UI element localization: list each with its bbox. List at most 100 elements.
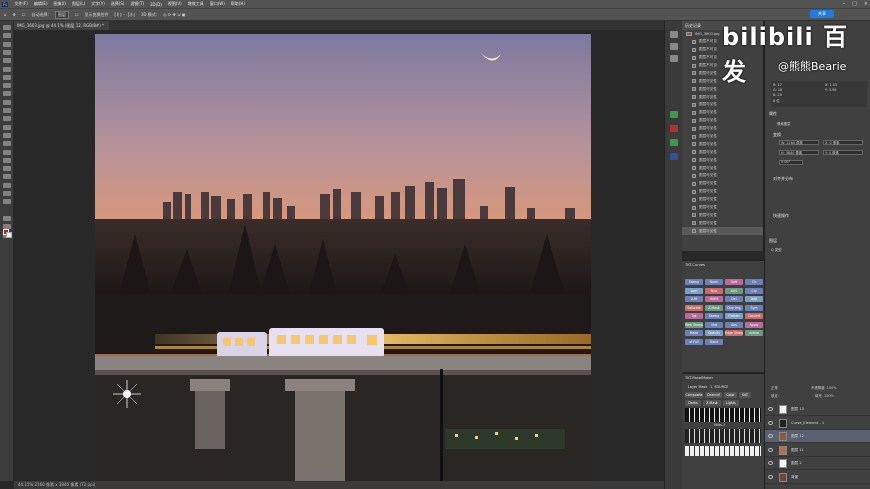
tool-icon-11[interactable] [3,116,11,122]
plugin-a-button-1[interactable]: Norm [705,279,723,285]
menu-item-3[interactable]: 图层(L) [72,1,85,7]
layer-row[interactable]: 图层 11 [765,444,870,457]
opacity-field[interactable]: 不透明度: 100% [811,385,836,390]
tool-icon-13[interactable] [3,132,11,138]
tool-icon-14[interactable] [3,141,11,147]
menu-item-6[interactable]: 滤镜(T) [130,1,144,7]
history-item[interactable]: 图层可见性 [682,164,763,172]
eye-icon[interactable] [768,434,773,438]
history-item[interactable]: 图层可见性 [682,133,763,141]
menu-item-0[interactable]: 文件(F) [14,1,27,7]
tool-icon-2[interactable] [3,41,11,47]
ps-logo-icon[interactable]: Ps [2,1,9,7]
darks-button[interactable]: Darks [685,400,701,406]
plugin-a-button-19[interactable]: Convert [745,313,763,319]
minimize-icon[interactable]: – [843,1,846,7]
history-item[interactable]: 图层可见性 [682,196,763,204]
plugin-a-button-16[interactable]: Tgt [685,313,703,319]
menu-item-11[interactable]: 帮助(H) [231,1,245,7]
plugin-a-button-15[interactable]: Sym [745,304,763,311]
darks-swatches[interactable] [685,408,761,422]
plugin-a-button-7[interactable]: Col [745,287,763,294]
plugin-a-button-20[interactable]: Web Sharpen [685,321,703,328]
plugin-a-button-5[interactable]: Blur [705,287,723,294]
history-item[interactable]: 图层可见性 [682,101,763,109]
history-item[interactable]: 图层可见性 [682,93,763,101]
plugin-a-button-10[interactable]: Del [725,296,743,302]
menu-item-7[interactable]: 3D(D) [150,2,162,7]
history-item[interactable]: 图层可见性 [682,188,763,196]
tool-icon-15[interactable] [3,149,11,155]
plugin-a-button-25[interactable]: Opacity [705,330,723,336]
layer-row[interactable]: 图层 13 [765,403,870,416]
plugin-a-button-28[interactable]: of Full [685,338,703,345]
tool-icon-5[interactable] [3,66,11,72]
tool-icon-9[interactable] [3,99,11,105]
adjust-icon[interactable] [670,55,678,62]
plugin-a-button-11[interactable]: Add [745,296,763,302]
plugin-a-button-23[interactable]: Apply [745,321,763,328]
eye-icon[interactable] [768,420,773,425]
menu-item-8[interactable]: 视图(V) [168,1,182,7]
menu-item-2[interactable]: 图像(I) [54,1,66,7]
plugin-a-button-6[interactable]: AOS [725,287,743,294]
lights-swatches[interactable] [685,446,761,456]
layer-row[interactable]: 图层 2 [765,457,870,470]
menu-item-4[interactable]: 文字(Y) [91,1,105,7]
tool-icon-20[interactable] [3,191,11,196]
layer-row[interactable]: Curve_Element - 1 [765,417,870,430]
history-item[interactable]: 图层可见性 [682,211,763,219]
tool-icon-16[interactable] [3,157,11,163]
tool-icon-17[interactable] [3,166,11,172]
properties-icon[interactable] [670,43,678,50]
layer-row[interactable]: 背景 [765,471,870,484]
history-icon[interactable] [670,31,678,38]
plugin-green2-icon[interactable] [670,139,678,146]
tool-icon-23[interactable] [3,215,11,221]
history-item[interactable]: 图层可见性 [682,156,763,164]
document-canvas-image[interactable] [95,34,591,481]
history-item[interactable]: 图层可见性 [682,219,763,227]
layer-mask-label[interactable]: Layer Mask [688,385,707,389]
layer-select-dropdown[interactable]: 图层 [54,10,69,19]
plugin-a-button-27[interactable]: Active [745,330,763,336]
tool-icon-3[interactable] [3,49,11,55]
tool-icon-8[interactable] [3,91,11,97]
blend-mode-dropdown[interactable]: 正常 [771,385,778,390]
tool-icon-12[interactable] [3,124,11,130]
plugin-a-button-4[interactable]: Lum [685,287,703,294]
tool-icon-18[interactable] [3,174,11,180]
plugin-a-button-14[interactable]: Dup Img [725,304,743,311]
tab-color[interactable]: Color [724,392,737,398]
auto-select-checkbox[interactable]: ☐ [22,12,26,17]
tool-icon-7[interactable] [3,83,11,89]
history-item[interactable]: 图层可见性 [682,117,763,125]
plugin-a-button-3[interactable]: Clr [745,279,763,285]
history-item[interactable]: 图层可见性 [682,125,763,133]
plugin-a-button-17[interactable]: Stamp [705,313,723,319]
eye-icon[interactable] [768,474,773,479]
eye-icon[interactable] [768,447,773,452]
show-transform-checkbox[interactable]: ☐ [75,12,79,17]
history-item[interactable]: 图层可见性 [682,140,763,148]
plugin-a-button-8[interactable]: LUM [685,296,703,302]
menu-item-10[interactable]: 窗口(W) [210,1,225,7]
history-item[interactable]: 图层可见性 [682,180,763,188]
eye-icon[interactable] [768,407,773,411]
plugin-a-button-0[interactable]: Stamp [685,279,703,285]
eye-icon[interactable] [768,461,773,465]
tab-sat[interactable]: SAT [739,392,751,398]
source-label[interactable]: 1. SOURCE [710,385,728,389]
close-icon[interactable]: × [864,1,868,7]
zmask-button[interactable]: Z-Mask [703,400,721,406]
plugin-a-button-9[interactable]: HUES [705,296,723,302]
tool-icon-19[interactable] [3,182,11,188]
layer-row[interactable]: 图层 12 [765,430,870,443]
tool-icon-1[interactable] [3,33,11,39]
history-item[interactable]: 图层可见性 [682,148,763,156]
plugin-a-button-24[interactable]: Make [685,330,703,336]
plugin-red-icon[interactable] [670,125,678,132]
lights-button[interactable]: Lights [723,400,739,406]
plugin-a-button-26[interactable]: Edge Sharp [725,330,743,336]
document-tab[interactable]: IMG_3603.jpg @ 44.1% (图层 12, RGB/8#) * [14,21,109,30]
